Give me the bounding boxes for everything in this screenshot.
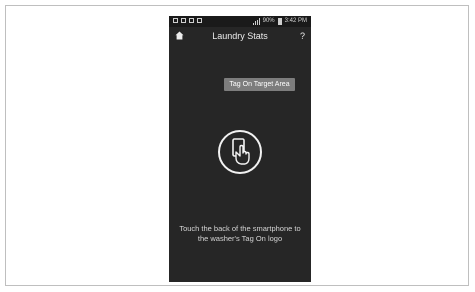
notification-icon bbox=[173, 18, 178, 23]
phone-screen: 90% 3:42 PM Laundry Stats ? Tag On Targe… bbox=[169, 16, 311, 282]
notification-icon bbox=[197, 18, 202, 23]
status-bar: 90% 3:42 PM bbox=[169, 16, 311, 27]
app-bar: Laundry Stats ? bbox=[169, 28, 311, 44]
notification-icon bbox=[189, 18, 194, 23]
help-button[interactable]: ? bbox=[300, 29, 305, 43]
phone-hand-icon bbox=[232, 138, 250, 165]
notification-icon bbox=[181, 18, 186, 23]
signal-icon bbox=[252, 18, 260, 25]
battery-icon bbox=[277, 18, 282, 25]
tag-on-target-area-button[interactable]: Tag On Target Area bbox=[224, 78, 295, 91]
notification-icons bbox=[173, 18, 202, 23]
system-status: 90% 3:42 PM bbox=[252, 17, 307, 26]
instruction-text: Touch the back of the smartphone to the … bbox=[179, 224, 301, 243]
page-title: Laundry Stats bbox=[212, 31, 268, 41]
clock: 3:42 PM bbox=[284, 18, 307, 24]
battery-percent: 90% bbox=[262, 18, 275, 24]
tag-on-circle[interactable] bbox=[218, 130, 262, 174]
